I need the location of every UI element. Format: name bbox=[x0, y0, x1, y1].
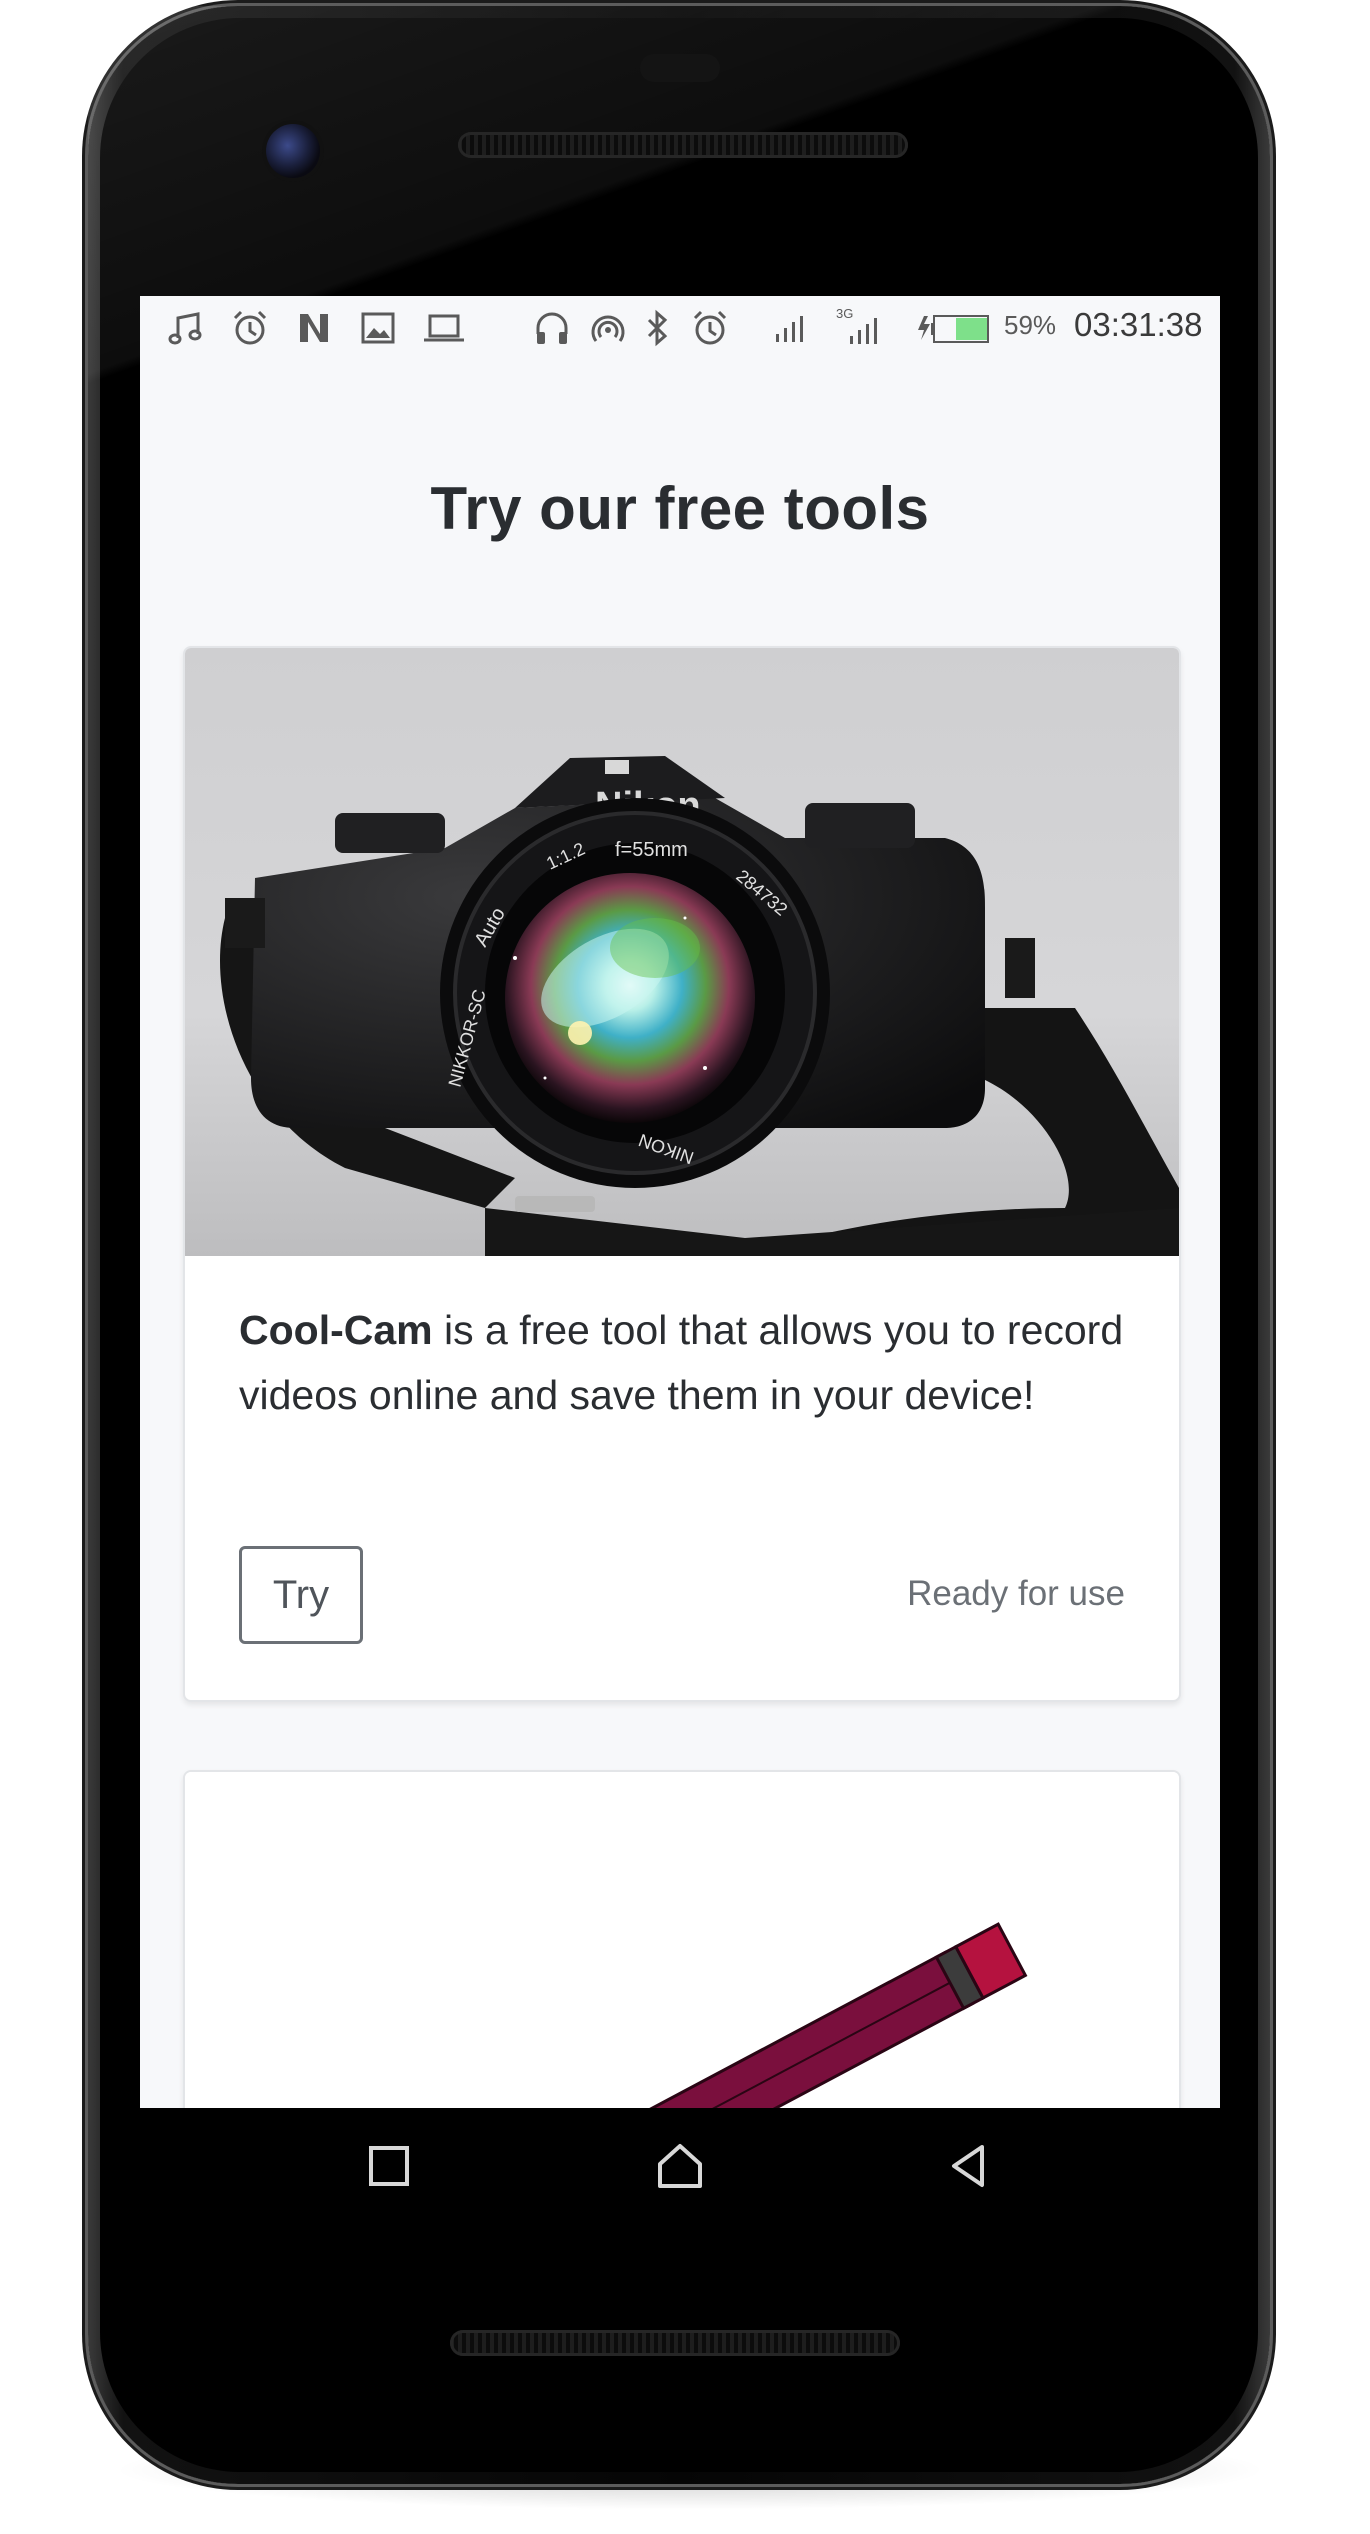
laptop-icon bbox=[420, 306, 468, 350]
signal-3g-icon: 3G bbox=[832, 306, 888, 350]
network-type-label: 3G bbox=[836, 306, 853, 321]
proximity-sensor bbox=[640, 54, 720, 82]
tool-name: Cool-Cam bbox=[239, 1307, 433, 1353]
pencil-image bbox=[185, 1772, 1179, 2108]
bluetooth-icon bbox=[640, 306, 676, 350]
tool-card: Nikon Auto 1:1.2 f=55mm 284732 NIKKOR-SC… bbox=[183, 646, 1181, 1702]
image-icon bbox=[356, 306, 400, 350]
bottom-speaker bbox=[450, 2330, 900, 2356]
recents-icon bbox=[369, 2146, 409, 2186]
camera-galaxy-lens-image: Nikon Auto 1:1.2 f=55mm 284732 NIKKOR-SC… bbox=[185, 648, 1179, 1256]
hotspot-icon bbox=[586, 306, 630, 350]
stage: 3G 59% 03:31:38 Try our free tools Auto … bbox=[0, 0, 1370, 2534]
back-icon bbox=[952, 2145, 984, 2187]
alarm-icon bbox=[688, 306, 732, 350]
alarm-icon bbox=[228, 306, 272, 350]
tool-description: Cool-Cam is a free tool that allows you … bbox=[239, 1298, 1129, 1428]
tool-status: Ready for use bbox=[907, 1574, 1125, 1613]
n-logo-icon bbox=[292, 306, 336, 350]
front-camera-icon bbox=[266, 124, 320, 178]
signal-icon bbox=[768, 306, 812, 350]
tool-card bbox=[183, 1770, 1181, 2108]
battery-fill bbox=[956, 318, 987, 340]
music-note-icon bbox=[164, 306, 208, 350]
navigation-bar bbox=[140, 2108, 1220, 2220]
earpiece-speaker bbox=[458, 132, 908, 158]
battery-charging-icon bbox=[916, 306, 1000, 350]
headphones-icon bbox=[530, 306, 574, 350]
try-button[interactable]: Try bbox=[239, 1546, 363, 1644]
recents-button[interactable] bbox=[349, 2126, 429, 2206]
page-title: Try our free tools bbox=[430, 475, 930, 542]
battery-percent: 59% bbox=[1004, 310, 1057, 340]
home-button[interactable] bbox=[640, 2126, 720, 2206]
screen: 3G 59% 03:31:38 Try our free tools Auto … bbox=[140, 296, 1220, 2108]
status-clock: 03:31:38 bbox=[1074, 306, 1203, 343]
status-bar: 3G 59% 03:31:38 bbox=[140, 296, 1220, 360]
svg-text:f=55mm: f=55mm bbox=[615, 839, 688, 861]
home-icon bbox=[658, 2144, 702, 2188]
back-button[interactable] bbox=[929, 2126, 1009, 2206]
